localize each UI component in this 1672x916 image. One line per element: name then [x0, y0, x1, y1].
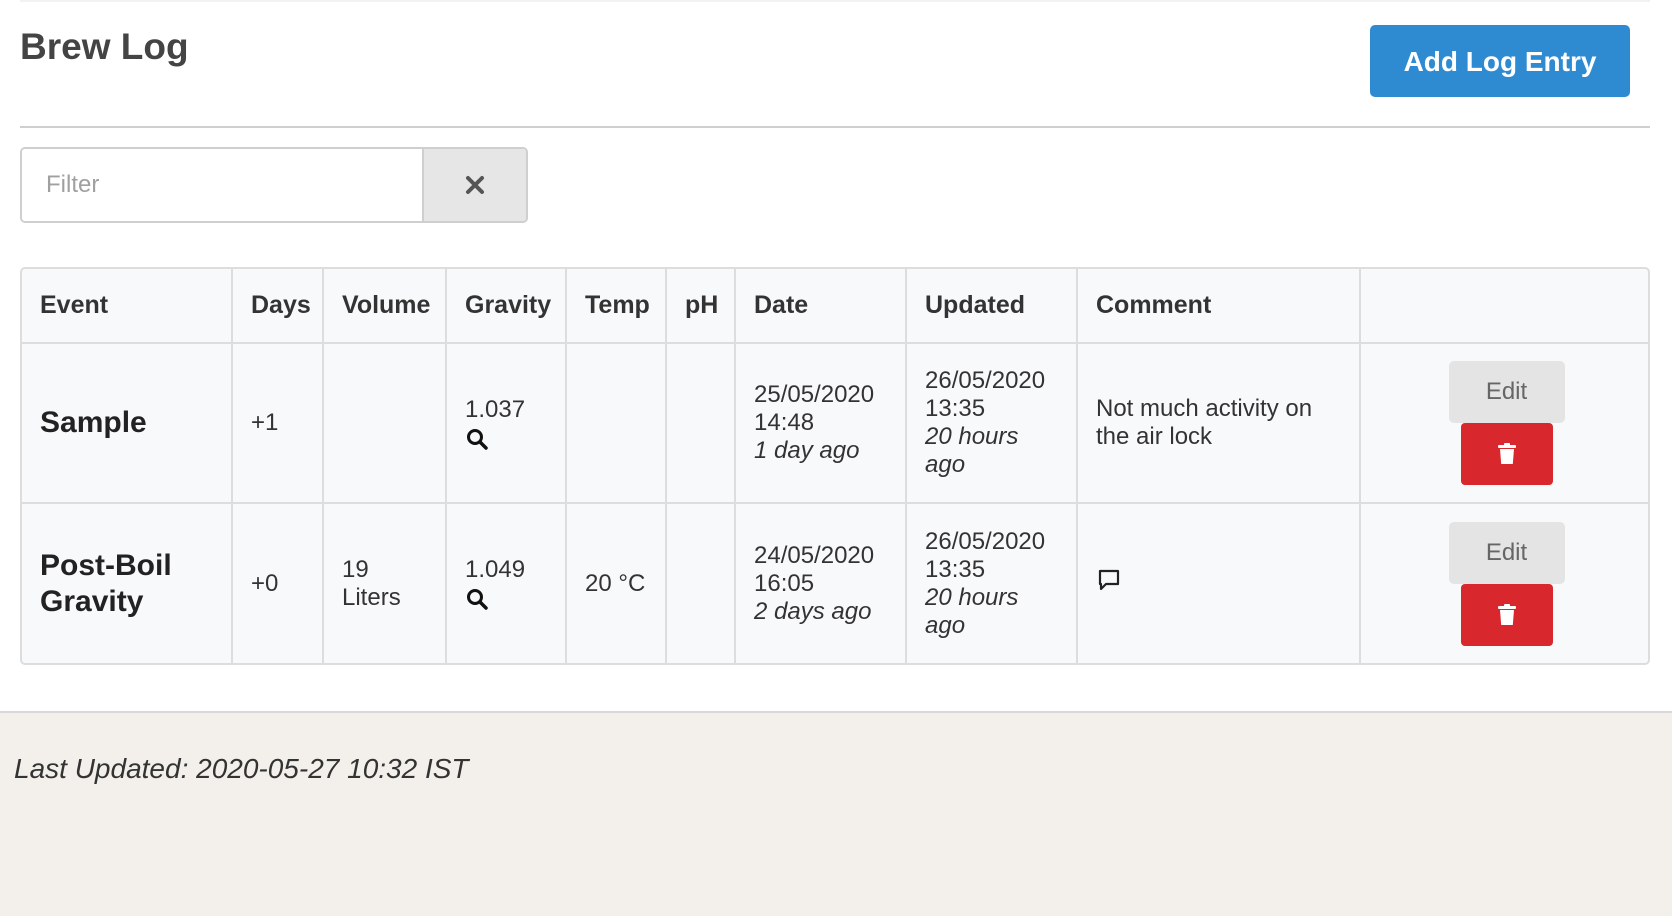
gravity-value: 1.037	[465, 395, 526, 423]
column-header-event: Event	[22, 269, 233, 344]
relative-date: 1 day ago	[754, 437, 860, 464]
updated-date: 26/05/2020	[925, 367, 1046, 394]
updated-relative: 20 hours ago	[925, 423, 1019, 478]
delete-button[interactable]	[1460, 423, 1553, 485]
filter-group	[20, 147, 528, 223]
search-icon[interactable]	[465, 587, 489, 611]
days-cell: +0	[232, 503, 324, 663]
updated-time: 13:35	[925, 555, 986, 583]
trash-icon	[1497, 603, 1516, 625]
column-header-actions	[1360, 269, 1648, 344]
table-header-row: Event Days Volume Gravity Temp pH Date U…	[22, 269, 1648, 344]
updated-cell: 26/05/2020 13:35 20 hours ago	[906, 503, 1078, 663]
column-header-date: Date	[735, 269, 907, 344]
trash-icon	[1497, 443, 1516, 464]
edit-button[interactable]: Edit	[1448, 521, 1565, 584]
temp-cell: 20 °C	[566, 503, 667, 663]
event-cell: Sample	[22, 343, 233, 504]
gravity-value: 1.049	[465, 556, 526, 583]
date-value: 24/05/2020	[754, 541, 875, 569]
column-header-comment: Comment	[1077, 269, 1361, 344]
column-header-temp: Temp	[566, 269, 667, 344]
close-icon	[466, 176, 484, 194]
column-header-ph: pH	[666, 269, 736, 344]
updated-relative: 20 hours ago	[925, 583, 1019, 639]
date-cell: 25/05/2020 14:48 1 day ago	[735, 343, 907, 504]
brew-log-table: Event Days Volume Gravity Temp pH Date U…	[22, 269, 1648, 663]
action-stack: Edit	[1361, 344, 1648, 502]
days-cell: +1	[232, 343, 324, 504]
page-header: Brew Log Add Log Entry	[20, 0, 1650, 128]
temp-cell	[566, 343, 667, 504]
action-stack: Edit	[1361, 504, 1648, 663]
clear-filter-button[interactable]	[422, 149, 526, 221]
relative-date: 2 days ago	[754, 597, 872, 625]
comment-cell	[1077, 503, 1361, 663]
page-title: Brew Log	[20, 26, 189, 67]
table-row: Post-Boil Gravity +0 19 Liters 1.049 20 …	[22, 503, 1648, 663]
last-updated-text: Last Updated: 2020-05-27 10:32 IST	[14, 753, 469, 784]
time-value: 14:48	[754, 409, 815, 436]
updated-date: 26/05/2020	[925, 527, 1046, 555]
volume-cell	[323, 343, 447, 504]
comment-icon[interactable]	[1096, 567, 1122, 593]
column-header-days: Days	[232, 269, 324, 344]
ph-cell	[666, 343, 736, 504]
column-header-volume: Volume	[323, 269, 447, 344]
edit-button[interactable]: Edit	[1448, 361, 1565, 423]
comment-cell: Not much activity on the air lock	[1077, 343, 1361, 504]
search-icon[interactable]	[465, 427, 489, 451]
add-log-entry-button[interactable]: Add Log Entry	[1370, 25, 1630, 97]
page-footer: Last Updated: 2020-05-27 10:32 IST	[0, 711, 1672, 916]
time-value: 16:05	[754, 569, 815, 597]
volume-cell: 19 Liters	[323, 503, 447, 663]
gravity-cell: 1.037	[446, 343, 567, 504]
updated-time: 13:35	[925, 395, 986, 422]
column-header-updated: Updated	[906, 269, 1078, 344]
table-row: Sample +1 1.037 25/05/2020 14:48 1 day a…	[22, 343, 1648, 504]
filter-input[interactable]	[22, 149, 422, 221]
actions-cell: Edit	[1360, 343, 1648, 504]
brew-log-table-container: Event Days Volume Gravity Temp pH Date U…	[20, 267, 1650, 665]
event-cell: Post-Boil Gravity	[22, 503, 233, 663]
date-cell: 24/05/2020 16:05 2 days ago	[735, 503, 907, 663]
ph-cell	[666, 503, 736, 663]
date-value: 25/05/2020	[754, 381, 875, 408]
delete-button[interactable]	[1460, 583, 1553, 646]
column-header-gravity: Gravity	[446, 269, 567, 344]
gravity-cell: 1.049	[446, 503, 567, 663]
updated-cell: 26/05/2020 13:35 20 hours ago	[906, 343, 1078, 504]
actions-cell: Edit	[1360, 503, 1648, 663]
